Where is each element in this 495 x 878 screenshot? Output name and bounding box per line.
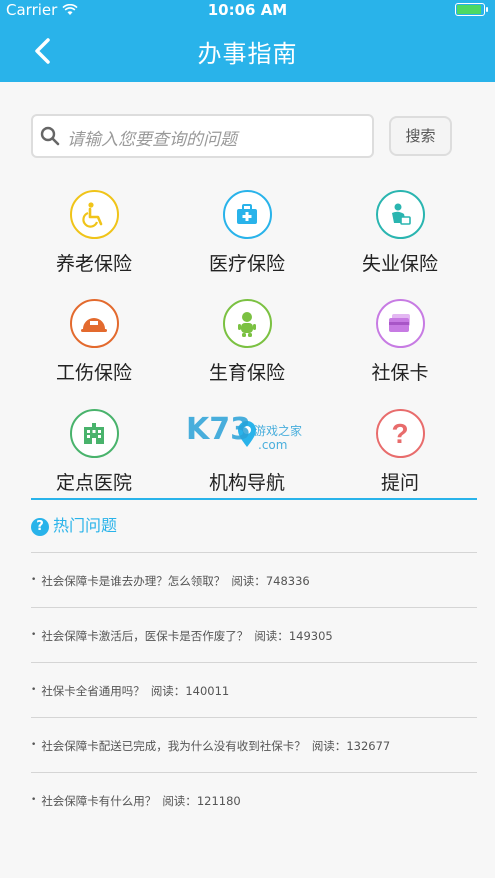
bullet: • xyxy=(31,795,37,805)
battery-icon xyxy=(455,3,488,16)
service-maternity[interactable]: 生育保险 xyxy=(172,299,322,385)
section-divider xyxy=(31,498,477,500)
medical-kit-icon xyxy=(222,190,272,239)
service-injury[interactable]: 工伤保险 xyxy=(19,299,169,385)
watermark-sub: 游戏之家 xyxy=(254,424,303,438)
list-item[interactable]: • 社会保障卡配送已完成，我为什么没有收到社保卡？ 阅读：132677 xyxy=(31,738,477,754)
hot-questions-title: 热门问题 xyxy=(53,516,118,535)
bullet: • xyxy=(31,575,37,585)
search-button[interactable]: 搜索 xyxy=(389,116,452,156)
baby-icon xyxy=(222,299,272,348)
question-icon: ? xyxy=(375,409,425,458)
search-input[interactable]: 请输入您要查询的问题 xyxy=(31,114,374,158)
separator xyxy=(31,772,477,773)
reads-label: 阅读： xyxy=(150,684,186,698)
service-unemployment[interactable]: 失业保险 xyxy=(325,190,475,276)
service-pension[interactable]: 养老保险 xyxy=(19,190,169,276)
list-item[interactable]: • 社会保障卡是谁去办理？怎么领取？ 阅读：748336 xyxy=(31,573,477,589)
separator xyxy=(31,717,477,718)
wheelchair-icon xyxy=(69,190,119,239)
separator xyxy=(31,552,477,553)
list-item[interactable]: • 社会保障卡激活后，医保卡是否作废了？ 阅读：149305 xyxy=(31,628,477,644)
list-item[interactable]: • 社保卡全省通用吗？ 阅读：140011 xyxy=(31,683,477,699)
reads-count: 132677 xyxy=(346,739,391,753)
card-icon xyxy=(375,299,425,348)
page-title: 办事指南 xyxy=(197,40,298,68)
bullet: • xyxy=(31,740,37,750)
bullet: • xyxy=(31,630,37,640)
reads-label: 阅读： xyxy=(311,739,347,753)
watermark-domain: .com xyxy=(258,438,288,452)
list-item[interactable]: • 社会保障卡有什么用？ 阅读：121180 xyxy=(31,793,477,809)
hospital-building-icon xyxy=(69,409,119,458)
service-label: 提问 xyxy=(380,472,419,494)
separator xyxy=(31,662,477,663)
service-label: 工伤保险 xyxy=(55,362,132,384)
reads-label: 阅读： xyxy=(231,574,266,588)
service-ask[interactable]: ? 提问 xyxy=(325,409,475,495)
service-label: 医疗保险 xyxy=(208,253,285,275)
hot-questions-header: ? 热门问题 xyxy=(31,512,117,536)
question-text: 社会保障卡配送已完成，我为什么没有收到社保卡？ xyxy=(41,739,306,753)
reads-count: 140011 xyxy=(185,684,230,698)
watermark-logo: K73 游戏之家 .com xyxy=(186,412,302,452)
service-label: 定点医院 xyxy=(55,472,132,494)
bullet: • xyxy=(31,685,37,695)
reads-count: 121180 xyxy=(196,794,241,808)
service-label: 生育保险 xyxy=(208,362,285,384)
unemployed-person-icon xyxy=(375,190,425,239)
question-text: 社会保障卡有什么用？ xyxy=(41,794,157,808)
service-label: 养老保险 xyxy=(55,253,132,275)
reads-label: 阅读： xyxy=(254,629,289,643)
service-label: 失业保险 xyxy=(361,253,438,275)
reads-label: 阅读： xyxy=(162,794,197,808)
status-bar: Carrier 10:06 AM xyxy=(0,0,495,20)
reads-count: 748336 xyxy=(265,574,310,588)
service-label: 社保卡 xyxy=(371,362,429,384)
search-placeholder: 请输入您要查询的问题 xyxy=(67,130,237,150)
service-social-card[interactable]: 社保卡 xyxy=(325,299,475,385)
search-icon xyxy=(40,126,60,150)
safety-helmet-icon xyxy=(69,299,119,348)
question-circle-icon: ? xyxy=(31,518,49,536)
service-hospital[interactable]: 定点医院 xyxy=(19,409,169,495)
nav-bar: 办事指南 xyxy=(0,20,495,82)
reads-count: 149305 xyxy=(288,629,333,643)
question-text: 社会保障卡激活后，医保卡是否作废了？ xyxy=(41,629,249,643)
separator xyxy=(31,607,477,608)
clock: 10:06 AM xyxy=(207,1,288,19)
battery-fill xyxy=(457,5,481,14)
watermark-main: K73 xyxy=(186,412,251,447)
service-label: 机构导航 xyxy=(208,472,285,494)
service-medical[interactable]: 医疗保险 xyxy=(172,190,322,276)
question-text: 社保卡全省通用吗？ xyxy=(41,684,145,698)
question-text: 社会保障卡是谁去办理？怎么领取？ xyxy=(41,574,226,588)
